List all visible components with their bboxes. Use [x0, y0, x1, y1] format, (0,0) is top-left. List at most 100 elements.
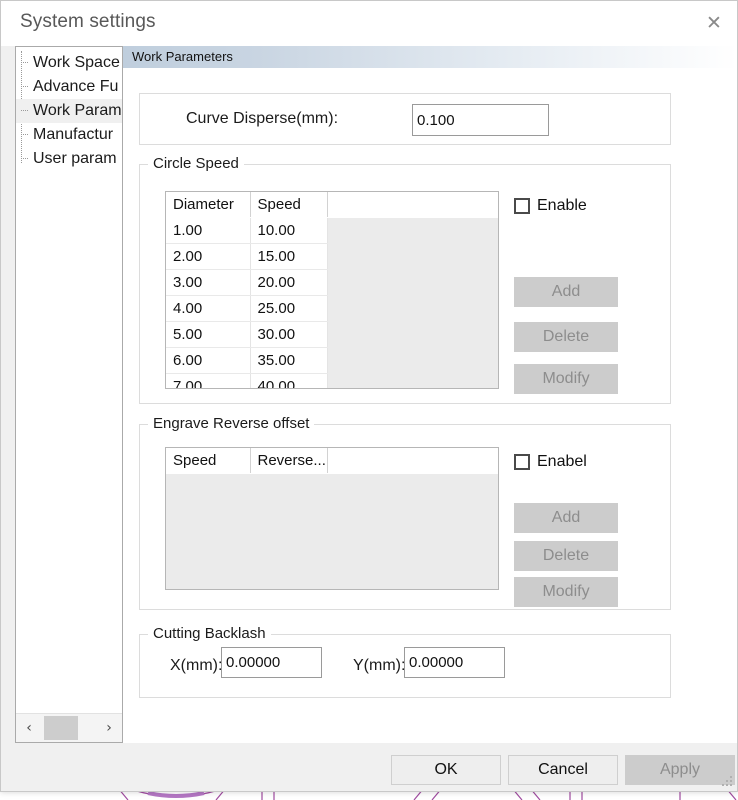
- dialog-title: System settings: [20, 11, 156, 33]
- close-icon: ✕: [706, 14, 722, 33]
- sidebar-item-label: Work Space: [33, 54, 120, 71]
- column-header-reverse[interactable]: Reverse...: [250, 448, 327, 474]
- chevron-right-icon[interactable]: ›: [98, 714, 120, 742]
- curve-disperse-label: Curve Disperse(mm):: [186, 110, 338, 128]
- curve-disperse-input[interactable]: [412, 104, 549, 136]
- circle-speed-title: Circle Speed: [148, 155, 244, 172]
- cell-filler: [327, 244, 498, 270]
- column-header-filler: [327, 448, 498, 474]
- cell-filler: [327, 218, 498, 244]
- circle-speed-delete-button[interactable]: Delete: [514, 322, 618, 352]
- tree-horizontal-scrollbar[interactable]: ‹ ›: [16, 713, 122, 742]
- sidebar-item-user-parameters[interactable]: User param: [16, 147, 123, 171]
- engrave-reverse-offset-title: Engrave Reverse offset: [148, 415, 314, 432]
- cell-diameter: 6.00: [166, 348, 250, 374]
- close-button[interactable]: ✕: [691, 1, 737, 46]
- cancel-button[interactable]: Cancel: [508, 755, 618, 785]
- circle-speed-group: Circle Speed Diameter Speed 1.: [139, 164, 671, 404]
- ok-button[interactable]: OK: [391, 755, 501, 785]
- engrave-reverse-enable-checkbox[interactable]: Enabel: [514, 453, 587, 471]
- table-header-row: Speed Reverse...: [166, 448, 498, 474]
- sidebar-item-label: Work Param: [33, 102, 122, 119]
- cell-diameter: 4.00: [166, 296, 250, 322]
- column-header-filler: [327, 192, 498, 218]
- column-header-speed[interactable]: Speed: [250, 192, 327, 218]
- sidebar-item-manufacturer[interactable]: Manufactur: [16, 123, 123, 147]
- tree-branch-icon: [21, 110, 28, 111]
- sidebar-item-label: Advance Fu: [33, 78, 118, 95]
- cell-diameter: 2.00: [166, 244, 250, 270]
- tree-branch-icon: [21, 134, 28, 135]
- cell-filler: [327, 270, 498, 296]
- cell-diameter: 3.00: [166, 270, 250, 296]
- circle-speed-add-button[interactable]: Add: [514, 277, 618, 307]
- circle-speed-enable-checkbox[interactable]: Enable: [514, 197, 587, 215]
- sidebar-item-advance-function[interactable]: Advance Fu: [16, 75, 123, 99]
- backlash-x-label: X(mm):: [170, 657, 222, 675]
- settings-tree-panel: Work Space Advance Fu Work Param Manufac…: [15, 46, 123, 743]
- cell-filler: [327, 374, 498, 390]
- checkbox-label: Enable: [537, 197, 587, 215]
- resize-grip-icon[interactable]: [721, 775, 734, 788]
- cell-diameter: 7.00: [166, 374, 250, 390]
- cell-filler: [327, 296, 498, 322]
- dialog-body: Work Space Advance Fu Work Param Manufac…: [1, 46, 737, 746]
- sidebar-item-label: Manufactur: [33, 126, 113, 143]
- checkbox-label: Enabel: [537, 453, 587, 471]
- cell-speed: 35.00: [250, 348, 327, 374]
- cell-speed: 20.00: [250, 270, 327, 296]
- table-row[interactable]: 2.00 15.00: [166, 244, 498, 270]
- chevron-left-icon[interactable]: ‹: [18, 714, 40, 742]
- engrave-reverse-offset-group: Engrave Reverse offset Speed Reverse...: [139, 424, 671, 610]
- column-header-speed[interactable]: Speed: [166, 448, 250, 474]
- cell-filler: [327, 322, 498, 348]
- dialog-title-bar: System settings ✕: [1, 1, 737, 47]
- engrave-reverse-add-button[interactable]: Add: [514, 503, 618, 533]
- work-parameters-pane: Work Parameters Curve Disperse(mm): Circ…: [123, 46, 737, 743]
- engrave-reverse-delete-button[interactable]: Delete: [514, 541, 618, 571]
- scrollbar-thumb[interactable]: [44, 716, 78, 740]
- cell-filler: [327, 348, 498, 374]
- table-row[interactable]: 7.00 40.00: [166, 374, 498, 390]
- tree-branch-icon: [21, 158, 28, 159]
- dialog-footer: OK Cancel Apply: [1, 746, 737, 791]
- circle-speed-table-container[interactable]: Diameter Speed 1.00 10.00: [165, 191, 499, 389]
- sidebar-item-label: User param: [33, 150, 117, 167]
- cutting-backlash-title: Cutting Backlash: [148, 625, 271, 642]
- cell-diameter: 1.00: [166, 218, 250, 244]
- table-row[interactable]: 4.00 25.00: [166, 296, 498, 322]
- cutting-backlash-group: Cutting Backlash X(mm): Y(mm):: [139, 634, 671, 698]
- backlash-y-input[interactable]: [404, 647, 505, 678]
- backlash-y-label: Y(mm):: [353, 657, 405, 675]
- sidebar-item-work-parameters[interactable]: Work Param: [16, 99, 123, 123]
- table-row[interactable]: 1.00 10.00: [166, 218, 498, 244]
- checkbox-icon[interactable]: [514, 454, 530, 470]
- cell-speed: 30.00: [250, 322, 327, 348]
- circle-speed-modify-button[interactable]: Modify: [514, 364, 618, 394]
- cell-diameter: 5.00: [166, 322, 250, 348]
- table-header-row: Diameter Speed: [166, 192, 498, 218]
- tree-branch-icon: [21, 62, 28, 63]
- apply-button[interactable]: Apply: [625, 755, 735, 785]
- engrave-reverse-modify-button[interactable]: Modify: [514, 577, 618, 607]
- system-settings-dialog: System settings ✕ Work Space Advance Fu: [0, 0, 738, 792]
- cell-speed: 15.00: [250, 244, 327, 270]
- cell-speed: 25.00: [250, 296, 327, 322]
- pane-header-title: Work Parameters: [132, 49, 233, 64]
- checkbox-icon[interactable]: [514, 198, 530, 214]
- settings-tree-list: Work Space Advance Fu Work Param Manufac…: [16, 51, 123, 171]
- backlash-x-input[interactable]: [221, 647, 322, 678]
- sidebar-item-work-space[interactable]: Work Space: [16, 51, 123, 75]
- cell-speed: 40.00: [250, 374, 327, 390]
- table-row[interactable]: 5.00 30.00: [166, 322, 498, 348]
- engrave-reverse-table-container[interactable]: Speed Reverse...: [165, 447, 499, 590]
- tree-branch-icon: [21, 86, 28, 87]
- pane-header-bar: Work Parameters: [123, 46, 737, 68]
- engrave-reverse-table: Speed Reverse...: [166, 448, 498, 474]
- table-row[interactable]: 6.00 35.00: [166, 348, 498, 374]
- circle-speed-table: Diameter Speed 1.00 10.00: [166, 192, 498, 389]
- curve-disperse-group: Curve Disperse(mm):: [139, 93, 671, 145]
- column-header-diameter[interactable]: Diameter: [166, 192, 250, 218]
- table-row[interactable]: 3.00 20.00: [166, 270, 498, 296]
- cell-speed: 10.00: [250, 218, 327, 244]
